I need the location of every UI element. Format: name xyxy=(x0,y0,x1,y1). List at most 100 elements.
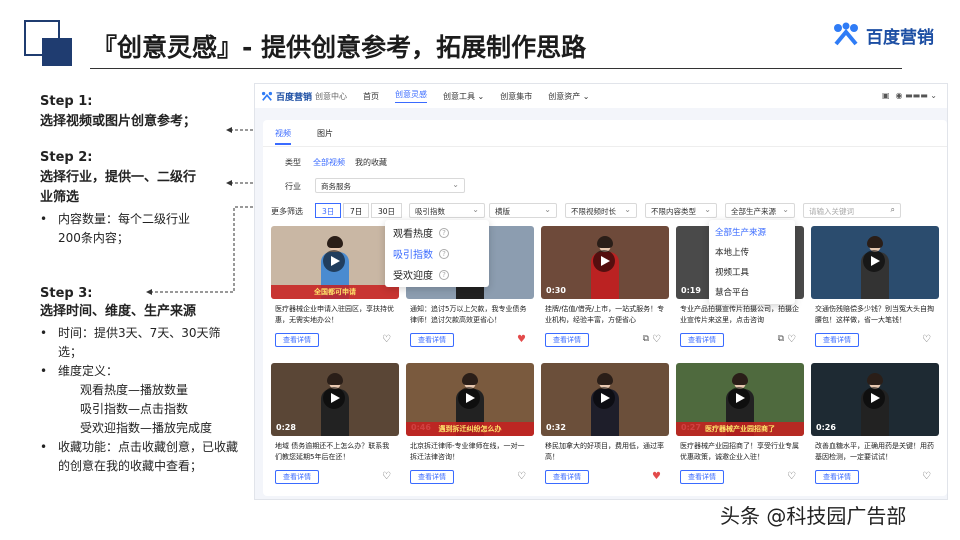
metric-select[interactable]: 吸引指数 ⌄ xyxy=(409,203,485,218)
content-type-select[interactable]: 不限内容类型 ⌄ xyxy=(645,203,717,218)
search-input[interactable]: 请输入关键词 ⌕ xyxy=(803,203,901,218)
video-description: 医疗器械企业申请入驻园区，享扶持优惠，无需实地办公！ xyxy=(275,305,394,324)
chevron-down-icon: ⌄ xyxy=(624,205,631,214)
chevron-down-icon: ⌄ xyxy=(544,205,551,214)
play-icon[interactable] xyxy=(863,387,885,409)
video-duration: 0:19 xyxy=(681,286,701,295)
video-thumbnail[interactable]: 0:28 xyxy=(271,363,399,436)
top-nav: 百度营销 创意中心 首页 创意灵感 创意工具 ⌄ 创意集市 创意资产 ⌄ ▣ ◉… xyxy=(255,84,947,108)
video-duration: 0:26 xyxy=(816,423,836,432)
video-thumbnail[interactable]: 全国都可申请 xyxy=(271,226,399,299)
source-option-huihe[interactable]: 慧合平台 xyxy=(709,282,795,302)
type-favorites[interactable]: 我的收藏 xyxy=(355,157,387,168)
video-card[interactable]: 0:27医疗器械产业园招商了医疗器械产业园招商了！享受行业专属优惠政策，诚邀企业… xyxy=(676,363,804,488)
chevron-down-icon: ⌄ xyxy=(452,180,459,189)
nav-home[interactable]: 首页 xyxy=(363,91,379,102)
nav-market[interactable]: 创意集市 xyxy=(500,91,532,102)
duration-select[interactable]: 不限视频时长 ⌄ xyxy=(565,203,637,218)
view-detail-button[interactable]: 查看详情 xyxy=(410,470,454,484)
industry-select[interactable]: 商务服务 ⌄ xyxy=(315,178,465,193)
view-detail-button[interactable]: 查看详情 xyxy=(545,470,589,484)
play-icon[interactable] xyxy=(323,250,345,272)
metric-option-heat[interactable]: 观看热度? xyxy=(385,222,489,243)
play-icon[interactable] xyxy=(863,250,885,272)
video-thumbnail[interactable]: 0:26 xyxy=(811,363,939,436)
view-detail-button[interactable]: 查看详情 xyxy=(680,470,724,484)
days-3[interactable]: 3日 xyxy=(315,203,342,218)
ratio-select[interactable]: 横版 ⌄ xyxy=(489,203,557,218)
video-description: 挂牌/估值/借壳/上市，一站式服务！专业机构，经验丰富，方便省心 xyxy=(545,305,665,324)
favorite-heart-icon[interactable]: ♡ xyxy=(517,471,526,482)
video-description: 交通伤残赔偿多少钱？别当冤大头自掏腰包！这样做，省一大笔钱！ xyxy=(815,305,934,324)
video-thumbnail[interactable]: 0:32 xyxy=(541,363,669,436)
view-detail-button[interactable]: 查看详情 xyxy=(275,333,319,347)
video-card[interactable]: 0:28 地域 债务逾期还不上怎么办？联系我们教您延期5年后在还！ 查看详情 ♡ xyxy=(271,363,399,488)
nav-assets[interactable]: 创意资产 ⌄ xyxy=(548,91,589,102)
source-option-all[interactable]: 全部生产来源 xyxy=(709,222,795,242)
app-brand-name: 百度营销 xyxy=(276,92,313,103)
source-dropdown: 全部生产来源 本地上传 视频工具 慧合平台 xyxy=(709,220,795,304)
play-icon[interactable] xyxy=(458,387,480,409)
video-card[interactable]: 全国都可申请医疗器械企业申请入驻园区，享扶持优惠，无需实地办公！ 查看详情 ♡ xyxy=(271,226,399,351)
view-detail-button[interactable]: 查看详情 xyxy=(815,333,859,347)
industry-label: 行业 xyxy=(285,182,301,191)
source-select[interactable]: 全部生产来源 ⌄ xyxy=(725,203,795,218)
metric-option-popular[interactable]: 受欢迎度? xyxy=(385,264,489,285)
source-option-local[interactable]: 本地上传 xyxy=(709,242,795,262)
copy-icon[interactable]: ⧉ xyxy=(643,334,649,344)
favorite-heart-icon[interactable]: ♡ xyxy=(787,334,796,345)
video-thumbnail[interactable] xyxy=(811,226,939,299)
source-option-tool[interactable]: 视频工具 xyxy=(709,262,795,282)
copy-icon[interactable]: ⧉ xyxy=(778,334,784,344)
favorite-heart-icon[interactable]: ♡ xyxy=(652,334,661,345)
tab-video[interactable]: 视频 xyxy=(275,128,291,145)
creative-center-app: 百度营销 创意中心 首页 创意灵感 创意工具 ⌄ 创意集市 创意资产 ⌄ ▣ ◉… xyxy=(254,83,948,500)
video-banner-text: 全国都可申请 xyxy=(271,285,399,299)
days-30[interactable]: 30日 xyxy=(371,203,403,218)
video-description: 医疗器械产业园招商了！享受行业专属优惠政策，诚邀企业入驻！ xyxy=(680,442,799,461)
view-detail-button[interactable]: 查看详情 xyxy=(410,333,454,347)
play-icon[interactable] xyxy=(593,387,615,409)
baidu-marketing-icon xyxy=(261,91,273,101)
video-thumbnail[interactable]: 0:30 xyxy=(541,226,669,299)
play-icon[interactable] xyxy=(728,387,750,409)
media-tabs: 视频 图片 xyxy=(275,128,333,145)
video-banner-text: 遇到拆迁纠纷怎么办 xyxy=(406,422,534,436)
type-all[interactable]: 全部视频 xyxy=(313,157,345,168)
play-icon[interactable] xyxy=(593,250,615,272)
video-duration: 0:30 xyxy=(546,286,566,295)
video-card[interactable]: 交通伤残赔偿多少钱？别当冤大头自掏腰包！这样做，省一大笔钱！ 查看详情 ♡ xyxy=(811,226,939,351)
favorite-heart-icon[interactable]: ♡ xyxy=(382,471,391,482)
help-icon: ? xyxy=(439,227,449,238)
favorite-heart-icon[interactable]: ♥ xyxy=(517,334,526,345)
user-avatar-icon[interactable]: ◉ ▬▬▬ ⌄ xyxy=(896,91,937,100)
video-card[interactable]: 0:26 改善血糖水平，正确用药是关键！用药基因检测，一定要试试！ 查看详情 ♡ xyxy=(811,363,939,488)
tab-image[interactable]: 图片 xyxy=(317,128,333,145)
view-detail-button[interactable]: 查看详情 xyxy=(275,470,319,484)
type-label: 类型 xyxy=(285,158,301,167)
days-7[interactable]: 7日 xyxy=(343,203,370,218)
video-description: 改善血糖水平，正确用药是关键！用药基因检测，一定要试试！ xyxy=(815,442,934,461)
view-detail-button[interactable]: 查看详情 xyxy=(680,333,724,347)
message-icon[interactable]: ▣ xyxy=(882,91,890,100)
video-thumbnail[interactable]: 0:27医疗器械产业园招商了 xyxy=(676,363,804,436)
video-banner-text: 医疗器械产业园招商了 xyxy=(676,422,804,436)
app-brand[interactable]: 百度营销 创意中心 xyxy=(261,90,347,103)
favorite-heart-icon[interactable]: ♡ xyxy=(382,334,391,345)
view-detail-button[interactable]: 查看详情 xyxy=(815,470,859,484)
favorite-heart-icon[interactable]: ♡ xyxy=(922,334,931,345)
nav-inspiration[interactable]: 创意灵感 xyxy=(395,89,428,103)
video-thumbnail[interactable]: 0:46遇到拆迁纠纷怎么办 xyxy=(406,363,534,436)
video-card[interactable]: 0:32 移民加拿大的好项目，费用低，通过率高！ 查看详情 ♥ xyxy=(541,363,669,488)
chevron-down-icon: ⌄ xyxy=(704,205,711,214)
nav-tools[interactable]: 创意工具 ⌄ xyxy=(443,91,484,102)
metric-option-attract[interactable]: 吸引指数? xyxy=(385,243,489,264)
favorite-heart-icon[interactable]: ♡ xyxy=(922,471,931,482)
view-detail-button[interactable]: 查看详情 xyxy=(545,333,589,347)
favorite-heart-icon[interactable]: ♥ xyxy=(652,471,661,482)
play-icon[interactable] xyxy=(323,387,345,409)
favorite-heart-icon[interactable]: ♡ xyxy=(787,471,796,482)
video-card[interactable]: 0:30 挂牌/估值/借壳/上市，一站式服务！专业机构，经验丰富，方便省心查看详情… xyxy=(541,226,669,351)
content-panel: 视频 图片 类型 全部视频 我的收藏 行业 商务服务 ⌄ 更多筛选 3日 7日 3… xyxy=(263,120,947,496)
video-card[interactable]: 0:46遇到拆迁纠纷怎么办北京拆迁律师-专业律师在线，一对一拆迁法律咨询！ 查看详… xyxy=(406,363,534,488)
